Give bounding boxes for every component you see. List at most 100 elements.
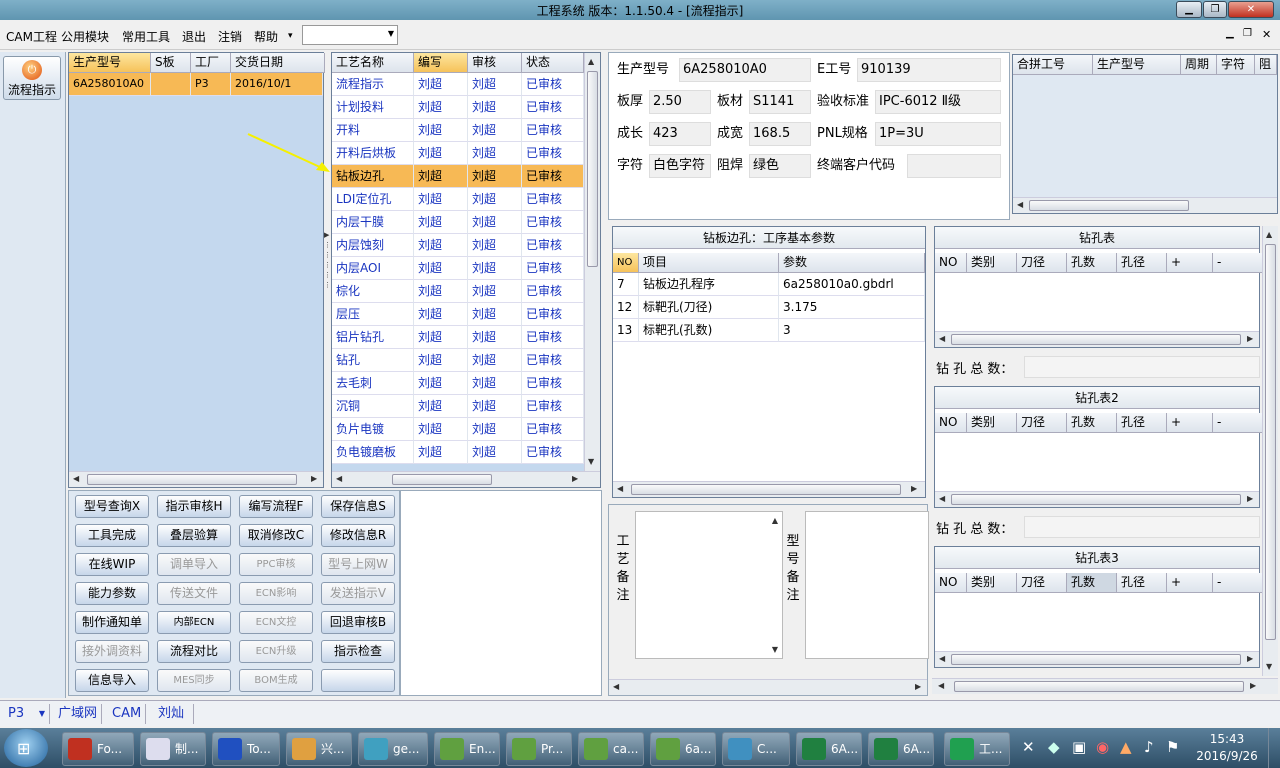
param-hscroll[interactable]: ◀ ▶ [613, 481, 925, 497]
merge-header-job[interactable]: 合拼工号 [1013, 55, 1093, 75]
scroll-down-icon[interactable]: ▼ [772, 645, 778, 654]
process-name-cell[interactable]: 内层蚀刻 [332, 234, 414, 257]
process-reviewer-cell[interactable]: 刘超 [468, 165, 522, 188]
process-vscroll-thumb[interactable] [587, 71, 598, 267]
models-cell-date[interactable]: 2016/10/1 [231, 73, 323, 96]
scroll-down-icon[interactable]: ▼ [1266, 662, 1272, 671]
action-button-4-2[interactable]: ECN文控 [239, 611, 313, 634]
menu-cam[interactable]: CAM工程 [6, 28, 57, 45]
drill-header-5[interactable]: + [1167, 413, 1213, 433]
process-status-cell[interactable]: 已审核 [522, 211, 584, 234]
drill-table-hscroll-thumb[interactable] [951, 654, 1241, 665]
param-no-cell[interactable]: 13 [613, 319, 639, 342]
action-button-3-0[interactable]: 能力参数 [75, 582, 149, 605]
menu-tools[interactable]: 常用工具 [122, 28, 170, 45]
process-writer-cell[interactable]: 刘超 [414, 96, 468, 119]
drill-header-5[interactable]: + [1167, 253, 1213, 273]
action-button-6-2[interactable]: BOM生成 [239, 669, 313, 692]
model-remark-textarea[interactable] [805, 511, 929, 659]
process-name-cell[interactable]: 去毛刺 [332, 372, 414, 395]
menu-public[interactable]: 公用模块 [61, 28, 109, 45]
scroll-right-icon[interactable]: ▶ [915, 682, 921, 691]
drill-header-3[interactable]: 孔数 [1067, 413, 1117, 433]
process-hscroll[interactable]: ◀ ▶ [332, 471, 600, 487]
drill-hscroll-thumb[interactable] [954, 681, 1244, 692]
menu-help[interactable]: 帮助 [254, 28, 278, 45]
field-e-no[interactable]: 910139 [857, 58, 1001, 82]
process-status-cell[interactable]: 已审核 [522, 96, 584, 119]
action-button-0-1[interactable]: 指示审核H [157, 495, 231, 518]
drill-table-hscroll-thumb[interactable] [951, 494, 1241, 505]
param-no-cell[interactable]: 12 [613, 296, 639, 319]
tray-alert-icon[interactable]: ▲ [1120, 738, 1132, 756]
merge-hscroll[interactable]: ◀ [1013, 197, 1277, 213]
models-cell-factory[interactable]: P3 [191, 73, 231, 96]
scroll-left-icon[interactable]: ◀ [1017, 200, 1023, 209]
splitter-handle[interactable]: ▶ ⋮ ⋮ ⋮ ⋮ ⋮ [324, 230, 331, 300]
action-button-4-1[interactable]: 内部ECN [157, 611, 231, 634]
scroll-right-icon[interactable]: ▶ [311, 474, 317, 483]
scroll-up-icon[interactable]: ▲ [772, 516, 778, 525]
menu-logout[interactable]: 注销 [218, 28, 242, 45]
process-header-name[interactable]: 工艺名称 [332, 53, 414, 73]
process-reviewer-cell[interactable]: 刘超 [468, 303, 522, 326]
action-button-5-3[interactable]: 指示检查 [321, 640, 395, 663]
action-button-3-1[interactable]: 传送文件 [157, 582, 231, 605]
merge-header-model[interactable]: 生产型号 [1093, 55, 1181, 75]
process-status-cell[interactable]: 已审核 [522, 188, 584, 211]
process-name-cell[interactable]: 钻孔 [332, 349, 414, 372]
process-name-cell[interactable]: 开料后烘板 [332, 142, 414, 165]
action-button-3-3[interactable]: 发送指示V [321, 582, 395, 605]
drill-header-3[interactable]: 孔数 [1067, 253, 1117, 273]
process-writer-cell[interactable]: 刘超 [414, 303, 468, 326]
field-material[interactable]: S1141 [749, 90, 811, 114]
scroll-left-icon[interactable]: ◀ [613, 682, 619, 691]
drill-table-hscroll-thumb[interactable] [951, 334, 1241, 345]
process-writer-cell[interactable]: 刘超 [414, 418, 468, 441]
param-item-cell[interactable]: 标靶孔(孔数) [639, 319, 779, 342]
drill-header-6[interactable]: - [1213, 573, 1265, 593]
process-reviewer-cell[interactable]: 刘超 [468, 395, 522, 418]
mdi-close-icon[interactable]: ✕ [1262, 28, 1271, 41]
scroll-right-icon[interactable]: ▶ [911, 484, 917, 493]
drill-header-4[interactable]: 孔径 [1117, 573, 1167, 593]
process-header-reviewer[interactable]: 审核 [468, 53, 522, 73]
drill-header-2[interactable]: 刀径 [1017, 253, 1067, 273]
start-button[interactable]: ⊞ [4, 729, 48, 767]
param-hscroll-thumb[interactable] [631, 484, 901, 495]
maximize-icon[interactable]: ❐ [1203, 1, 1227, 18]
scroll-right-icon[interactable]: ▶ [572, 474, 578, 483]
process-reviewer-cell[interactable]: 刘超 [468, 119, 522, 142]
action-button-2-0[interactable]: 在线WIP [75, 553, 149, 576]
field-solder-mask[interactable]: 绿色 [749, 154, 811, 178]
process-status-cell[interactable]: 已审核 [522, 303, 584, 326]
action-button-1-2[interactable]: 取消修改C [239, 524, 313, 547]
process-writer-cell[interactable]: 刘超 [414, 326, 468, 349]
process-name-cell[interactable]: 计划投料 [332, 96, 414, 119]
param-value-cell[interactable]: 3.175 [779, 296, 925, 319]
process-writer-cell[interactable]: 刘超 [414, 372, 468, 395]
clock-date[interactable]: 2016/9/26 [1192, 749, 1262, 763]
taskbar-gongcheng-button[interactable]: 工... [944, 732, 1010, 766]
tray-security-icon[interactable]: ◉ [1096, 738, 1109, 756]
action-button-1-1[interactable]: 叠层验算 [157, 524, 231, 547]
taskbar-foxit-button[interactable]: Fo... [62, 732, 134, 766]
process-writer-cell[interactable]: 刘超 [414, 257, 468, 280]
action-button-0-3[interactable]: 保存信息S [321, 495, 395, 518]
taskbar-en-button[interactable]: En... [434, 732, 500, 766]
field-standard[interactable]: IPC-6012 Ⅱ级 [875, 90, 1001, 114]
param-value-cell[interactable]: 3 [779, 319, 925, 342]
close-icon[interactable]: ✕ [1228, 1, 1274, 18]
process-status-cell[interactable]: 已审核 [522, 395, 584, 418]
action-button-5-1[interactable]: 流程对比 [157, 640, 231, 663]
scroll-right-icon[interactable]: ▶ [1250, 681, 1256, 690]
action-button-6-3[interactable] [321, 669, 395, 692]
merge-header-cycle[interactable]: 周期 [1181, 55, 1217, 75]
drill-header-6[interactable]: - [1213, 413, 1265, 433]
process-name-cell[interactable]: 铝片钻孔 [332, 326, 414, 349]
param-header-item[interactable]: 项目 [639, 253, 779, 273]
taskbar-ca-button[interactable]: ca... [578, 732, 644, 766]
process-status-cell[interactable]: 已审核 [522, 326, 584, 349]
models-cell-model[interactable]: 6A258010A0 [69, 73, 151, 96]
drill-header-1[interactable]: 类别 [967, 573, 1017, 593]
